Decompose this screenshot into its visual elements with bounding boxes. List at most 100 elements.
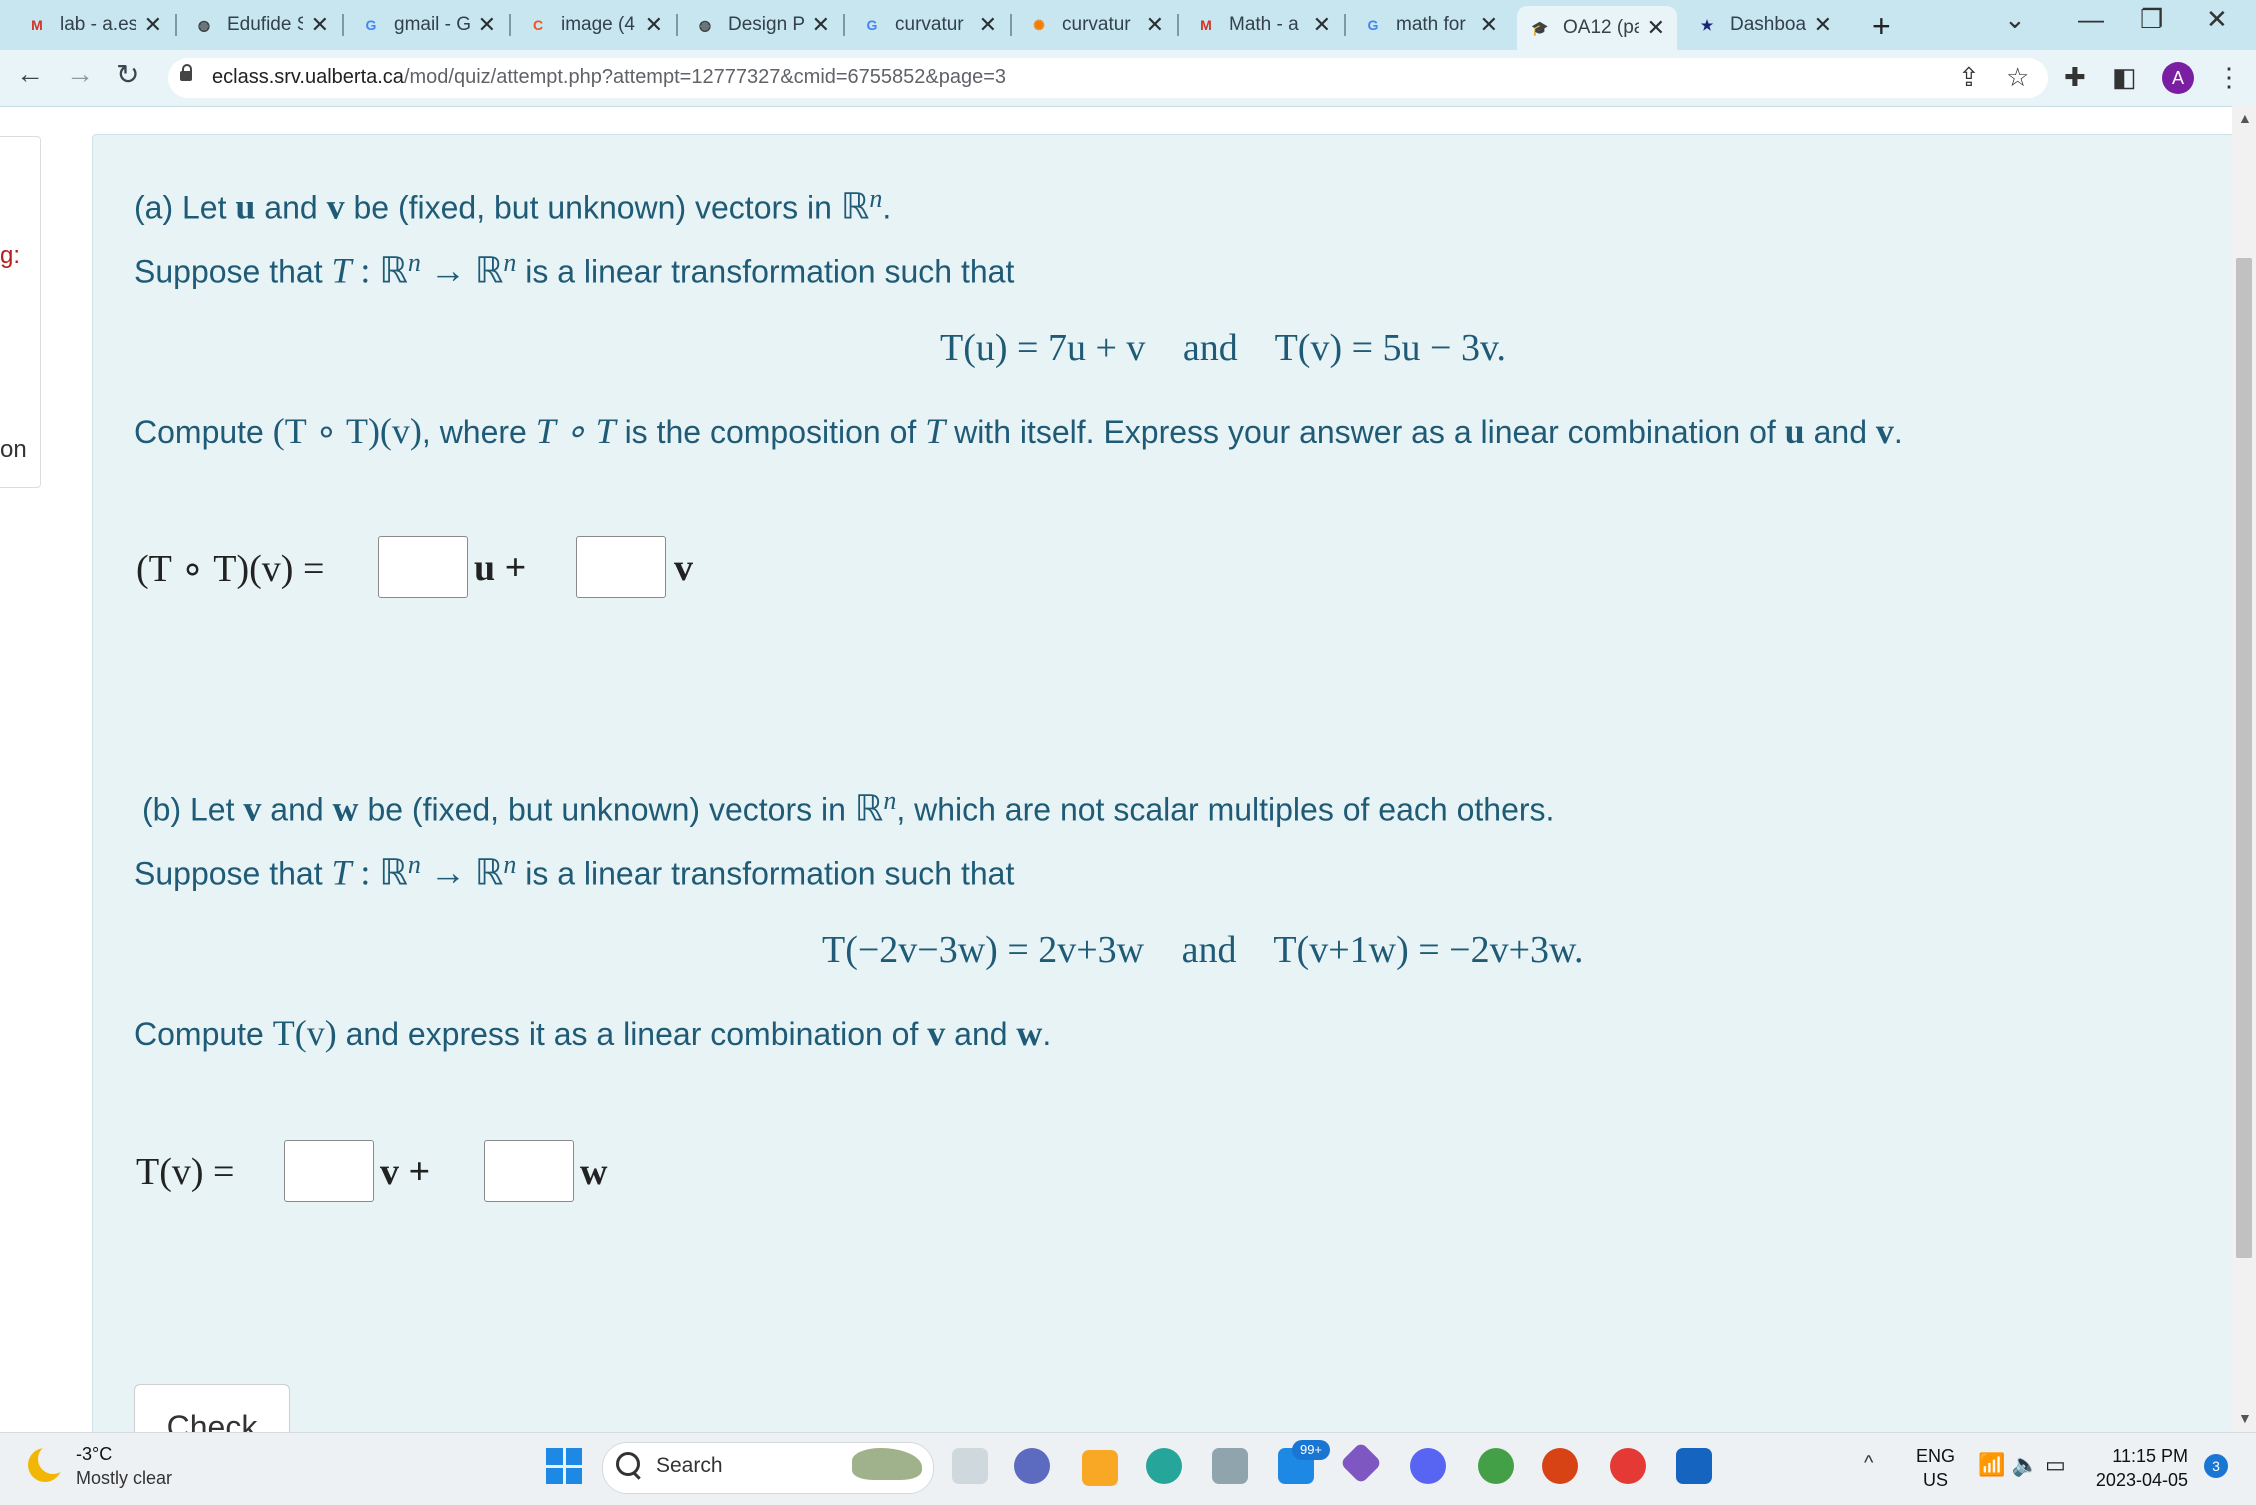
microsoft-store-icon[interactable]	[1212, 1448, 1248, 1484]
search-icon	[616, 1452, 640, 1476]
tab-close-icon[interactable]: ✕	[812, 12, 830, 38]
task-view-icon[interactable]	[952, 1448, 988, 1484]
tab-search-icon[interactable]: ⌄	[2004, 4, 2026, 35]
answer-b-v-label: v +	[380, 1151, 431, 1193]
scroll-up-arrow-icon[interactable]: ▲	[2238, 110, 2252, 126]
tab-title: Dashboa	[1730, 14, 1806, 35]
bookmark-star-icon[interactable]: ☆	[2006, 62, 2029, 93]
tab-title: Math - a	[1229, 14, 1299, 35]
answer-a-u-label: u +	[474, 547, 527, 589]
question-b-intro: (b) Let v and w be (fixed, but unknown) …	[142, 786, 1555, 829]
weather-temperature[interactable]: -3°C	[76, 1444, 112, 1465]
file-explorer-icon[interactable]	[1082, 1450, 1118, 1486]
close-window-icon[interactable]: ✕	[2206, 4, 2228, 35]
moon-weather-icon[interactable]	[28, 1444, 68, 1482]
tab-2[interactable]: ◍ Edufide S ✕	[181, 8, 341, 42]
tab-title: curvatur	[1062, 14, 1131, 35]
tab-separator	[342, 14, 344, 36]
chrome-profile-icon[interactable]	[1478, 1448, 1514, 1484]
extensions-puzzle-icon[interactable]: ✚	[2064, 62, 2086, 93]
tray-overflow-chevron-icon[interactable]: ^	[1864, 1452, 1873, 1475]
teams-chat-icon[interactable]	[1014, 1448, 1050, 1484]
share-icon[interactable]: ⇪	[1958, 62, 1980, 93]
scrollbar-thumb[interactable]	[2236, 258, 2252, 1258]
tab-separator	[1177, 14, 1179, 36]
tab-6[interactable]: Gcurvatur ✕	[849, 8, 1009, 42]
flag-edge-text[interactable]: on	[0, 436, 27, 464]
minimize-icon[interactable]: —	[2078, 4, 2104, 35]
windows-start-icon[interactable]	[546, 1448, 582, 1484]
new-tab-button[interactable]: +	[1872, 8, 1891, 45]
tab-strip: Mlab - a.es ✕ ◍ Edufide S ✕ Ggmail - G ✕ Cimage…	[0, 0, 2256, 50]
tab-title: Edufide S	[227, 14, 303, 35]
input-language[interactable]: ENG US	[1916, 1444, 1955, 1492]
lock-icon[interactable]	[180, 64, 192, 81]
side-panel-icon[interactable]: ◧	[2112, 62, 2137, 93]
tab-close-icon[interactable]: ✕	[1480, 12, 1498, 38]
restore-icon[interactable]: ❐	[2140, 4, 2163, 35]
chrome-icon[interactable]	[1610, 1448, 1646, 1484]
discord-icon[interactable]	[1410, 1448, 1446, 1484]
tab-5[interactable]: ◍ Design P ✕	[682, 8, 842, 42]
question-b-suppose: Suppose that T : ℝn → ℝn is a linear tra…	[134, 850, 1015, 893]
tab-close-icon[interactable]: ✕	[478, 12, 496, 38]
tab-close-icon[interactable]: ✕	[1146, 12, 1164, 38]
tab-3[interactable]: Ggmail - G ✕	[348, 8, 508, 42]
tab-close-icon[interactable]: ✕	[1647, 15, 1665, 41]
back-arrow-icon[interactable]: ←	[16, 58, 44, 90]
tab-8[interactable]: M Math - a ✕	[1183, 8, 1343, 42]
question-b-compute: Compute T(v) and express it as a linear …	[134, 1013, 1052, 1053]
globe-icon: ◍	[197, 16, 211, 33]
answer-b-v-coefficient-input[interactable]	[284, 1140, 374, 1202]
system-clock[interactable]: 11:15 PM 2023-04-05	[2094, 1444, 2188, 1492]
url-path: /mod/quiz/attempt.php?attempt=12777327&c…	[403, 66, 1007, 88]
graduation-cap-icon: 🎓	[1531, 19, 1549, 36]
tab-4[interactable]: Cimage (4 ✕	[515, 8, 675, 42]
info-edge-text: g:	[0, 242, 21, 269]
question-a-suppose: Suppose that T : ℝn → ℝn is a linear tra…	[134, 248, 1015, 291]
question-a-given-equations: T(u) = 7u + v and T(v) = 5u − 3v.	[940, 327, 1507, 369]
tray-wifi-volume-battery-icon[interactable]: 📶 🔈 ▭	[1978, 1452, 2066, 1478]
tab-separator	[509, 14, 511, 36]
tab-separator	[676, 14, 678, 36]
c-logo-icon: C	[532, 17, 544, 33]
tab-title: image (4	[561, 14, 635, 35]
google-icon: G	[866, 17, 878, 33]
word-icon[interactable]	[1676, 1448, 1712, 1484]
tab-title: math for	[1396, 14, 1466, 35]
tab-title: gmail - G	[394, 14, 470, 35]
weather-description[interactable]: Mostly clear	[76, 1468, 172, 1489]
powerpoint-icon[interactable]	[1542, 1448, 1578, 1484]
tab-9[interactable]: Gmath for ✕	[1350, 8, 1510, 42]
star-badge-icon: ★	[1700, 16, 1714, 33]
url-text[interactable]: eclass.srv.ualberta.ca/mod/quiz/attempt.…	[212, 66, 1006, 89]
tab-close-icon[interactable]: ✕	[1313, 12, 1331, 38]
google-icon: G	[1367, 17, 1379, 33]
tab-close-icon[interactable]: ✕	[1814, 12, 1832, 38]
notification-count-badge[interactable]: 3	[2204, 1454, 2228, 1478]
tab-close-icon[interactable]: ✕	[144, 12, 162, 38]
tab-separator	[843, 14, 845, 36]
gmail-icon: M	[31, 17, 43, 33]
tab-close-icon[interactable]: ✕	[311, 12, 329, 38]
google-icon: G	[365, 17, 377, 33]
tab-7[interactable]: ✺ curvatur ✕	[1016, 8, 1176, 42]
region-code: US	[1923, 1470, 1949, 1490]
profile-avatar[interactable]: A	[2162, 62, 2194, 94]
answer-a-v-coefficient-input[interactable]	[576, 536, 666, 598]
tab-close-icon[interactable]: ✕	[979, 12, 997, 38]
forward-arrow-icon[interactable]: →	[66, 58, 94, 90]
tab-1[interactable]: Mlab - a.es ✕	[14, 8, 174, 42]
answer-a-u-coefficient-input[interactable]	[378, 536, 468, 598]
tab-10[interactable]: 🎓 OA12 (pa ✕	[1517, 6, 1677, 50]
tab-close-icon[interactable]: ✕	[645, 12, 663, 38]
tab-11[interactable]: ★ Dashboa ✕	[1684, 8, 1844, 42]
tab-title: OA12 (pa	[1563, 17, 1639, 38]
tab-separator	[1010, 14, 1012, 36]
scroll-down-arrow-icon[interactable]: ▼	[2238, 1410, 2252, 1426]
reload-icon[interactable]: ↻	[116, 58, 139, 91]
menu-kebab-icon[interactable]: ⋮	[2216, 62, 2242, 93]
answer-b-w-coefficient-input[interactable]	[484, 1140, 574, 1202]
tab-separator	[1344, 14, 1346, 36]
edge-browser-icon[interactable]	[1146, 1448, 1182, 1484]
